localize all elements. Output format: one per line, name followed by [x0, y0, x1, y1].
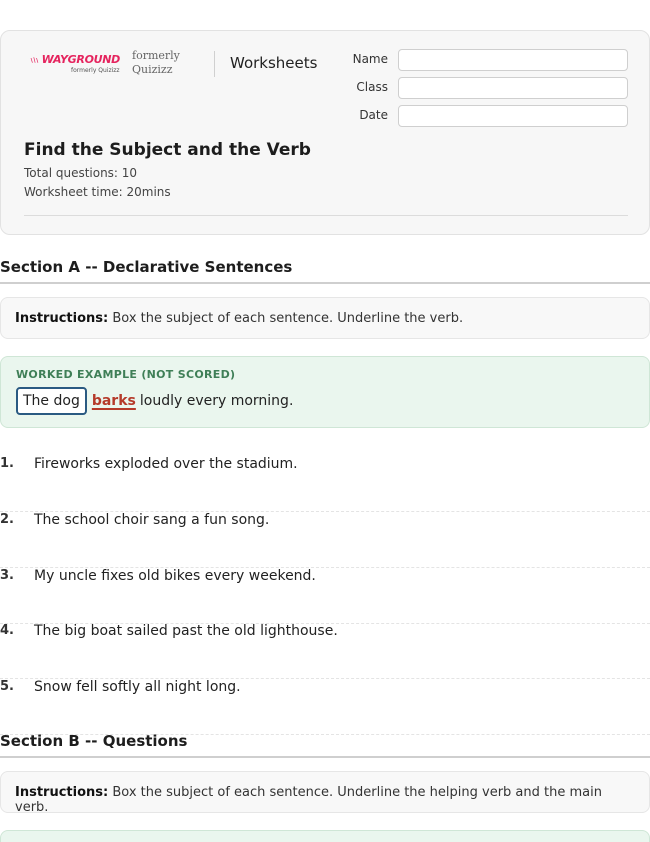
header-divider: [214, 51, 215, 77]
question-row: 3. My uncle fixes old bikes every weeken…: [0, 568, 650, 624]
question-row: 2. The school choir sang a fun song.: [0, 512, 650, 568]
example-rest: loudly every morning.: [139, 393, 294, 409]
date-field[interactable]: [398, 105, 628, 127]
question-number: 2.: [0, 512, 14, 527]
wayground-logo: WAYGROUND formerly Quizizz: [30, 53, 120, 74]
header-rule: [24, 215, 628, 216]
formerly-quizizz: formerly Quizizz: [132, 49, 180, 77]
question-text: My uncle fixes old bikes every weekend.: [34, 568, 316, 584]
quizizz-line: Quizizz: [132, 63, 173, 76]
name-field[interactable]: [398, 49, 628, 71]
question-text: The big boat sailed past the old lightho…: [34, 623, 338, 639]
example-subject-box: The dog: [16, 387, 87, 415]
question-row: 4. The big boat sailed past the old ligh…: [0, 623, 650, 679]
section-a-title: Section A -- Declarative Sentences: [0, 258, 650, 284]
logo-subtext: formerly Quizizz: [71, 67, 120, 74]
logo-text: WAYGROUND: [41, 53, 121, 66]
question-row: 1. Fireworks exploded over the stadium.: [0, 456, 650, 512]
question-text: The school choir sang a fun song.: [34, 512, 270, 528]
instructions-label: Instructions:: [15, 785, 109, 800]
question-row: 5. Snow fell softly all night long.: [0, 679, 650, 735]
formerly-line: formerly: [132, 49, 180, 62]
class-label: Class: [356, 80, 388, 94]
page-title: Find the Subject and the Verb: [24, 140, 311, 160]
class-field[interactable]: [398, 77, 628, 99]
worksheets-label: Worksheets: [230, 54, 318, 72]
instructions-text: Box the subject of each sentence. Underl…: [108, 311, 464, 326]
example-sentence: The dog barks loudly every morning.: [16, 387, 293, 415]
question-number: 5.: [0, 679, 14, 694]
instructions-label: Instructions:: [15, 311, 109, 326]
name-label: Name: [352, 52, 388, 66]
question-number: 3.: [0, 568, 14, 583]
question-number: 4.: [0, 623, 14, 638]
section-b-title: Section B -- Questions: [0, 732, 650, 758]
worked-example-label: WORKED EXAMPLE (NOT SCORED): [16, 368, 236, 381]
example-verb: barks: [91, 393, 136, 409]
section-a-instructions: Instructions: Box the subject of each se…: [0, 297, 650, 339]
section-b-instructions: Instructions: Box the subject of each se…: [0, 771, 650, 815]
wayground-mark-icon: [30, 56, 39, 63]
total-questions: Total questions: 10: [24, 166, 138, 180]
question-text: Fireworks exploded over the stadium.: [34, 456, 298, 472]
worksheet-header: WAYGROUND formerly Quizizz formerly Quiz…: [0, 30, 650, 235]
question-number: 1.: [0, 456, 14, 471]
worked-example: WORKED EXAMPLE (NOT SCORED) The dog bark…: [0, 356, 650, 428]
question-text: Snow fell softly all night long.: [34, 679, 241, 695]
worked-example-b: [0, 830, 650, 842]
date-label: Date: [359, 108, 388, 122]
worksheet-time: Worksheet time: 20mins: [24, 185, 171, 199]
